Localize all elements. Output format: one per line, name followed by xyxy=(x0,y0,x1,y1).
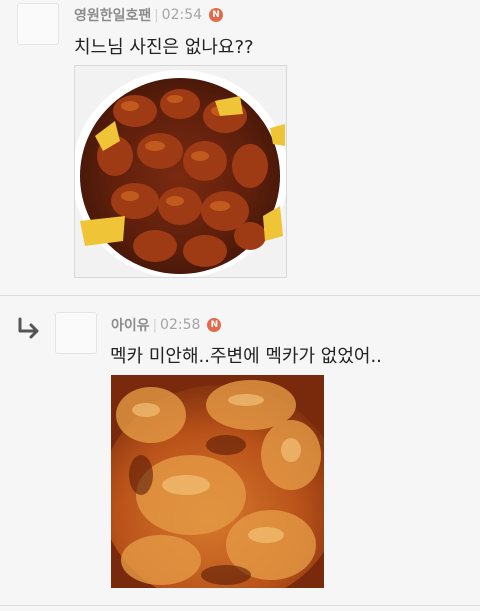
new-badge: N xyxy=(209,8,224,22)
comment-photo[interactable] xyxy=(74,65,287,278)
comment-meta: 영원한일호팬 | 02:54 N xyxy=(74,5,224,25)
avatar[interactable] xyxy=(55,312,97,354)
comment-time: 02:58 xyxy=(160,317,201,333)
sweet-sour-chicken-photo xyxy=(75,66,286,277)
comment-text: 치느님 사진은 없나요?? xyxy=(74,37,254,58)
comment-photo[interactable] xyxy=(111,375,324,588)
comment-meta: 아이유 | 02:58 N xyxy=(111,315,222,335)
comment-author[interactable]: 영원한일호팬 xyxy=(74,5,151,25)
comment-item: 영원한일호팬 | 02:54 N 치느님 사진은 없나요?? xyxy=(0,0,480,295)
comment-text: 멕카 미안해..주변에 멕카가 없었어.. xyxy=(110,346,382,367)
new-badge: N xyxy=(207,318,222,332)
avatar[interactable] xyxy=(17,3,59,45)
comment-author[interactable]: 아이유 xyxy=(111,315,150,335)
comment-time: 02:54 xyxy=(161,7,203,23)
reply-comment-item: 아이유 | 02:58 N 멕카 미안해..주변에 멕카가 없었어.. xyxy=(0,296,480,611)
meta-separator: | xyxy=(154,7,159,23)
reply-arrow-icon xyxy=(18,317,39,339)
meta-separator: | xyxy=(152,317,158,333)
fried-chicken-photo xyxy=(111,375,324,588)
bottom-divider xyxy=(0,605,480,606)
